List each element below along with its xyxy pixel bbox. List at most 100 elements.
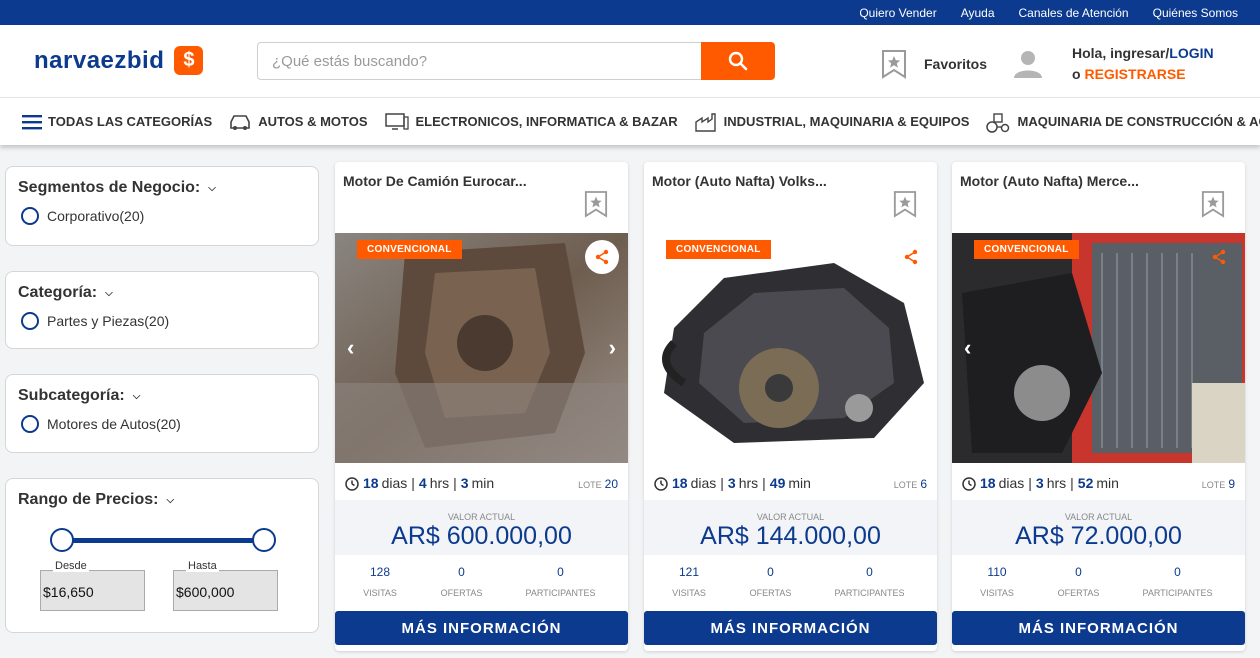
ofertas-label: OFERTAS [440,588,483,598]
badge-convencional: CONVENCIONAL [974,240,1079,259]
bookmark-star-icon[interactable] [893,190,917,218]
days-value: 18 [363,475,379,491]
chevron-left-icon[interactable]: ‹ [347,335,354,361]
stat-visitas: 128 VISITAS [335,565,425,598]
lot-image[interactable]: CONVENCIONAL [644,233,937,463]
bookmark-star-icon[interactable] [1201,190,1225,218]
minutes-unit: min [471,475,495,491]
lot-title[interactable]: Motor De Camión Eurocar... [343,173,527,189]
days-value: 18 [980,475,996,491]
stat-participantes: 0 PARTICIPANTES [807,565,932,598]
lot-title[interactable]: Motor (Auto Nafta) Volks... [652,173,827,189]
lot-image[interactable]: CONVENCIONAL ‹ [952,233,1245,463]
category-all[interactable]: TODAS LAS CATEGORÍAS [22,114,212,130]
category-autos[interactable]: AUTOS & MOTOS [228,113,368,131]
user-area: Hola, ingresar/LOGIN o REGISTRARSE [1013,43,1214,85]
filter-categoria-title[interactable]: Categoría: ⌵ [18,284,306,302]
price-max-label: Hasta [186,560,219,572]
price-min-value: $16,650 [43,584,94,600]
chevron-down-icon: ⌵ [132,390,141,402]
lot-value: 20 [604,477,618,491]
minutes-value: 49 [769,475,786,491]
category-autos-label: AUTOS & MOTOS [258,114,368,129]
filter-subcategoria-label: Subcategoría: [18,387,125,404]
hours-unit: hrs [429,475,450,491]
current-value-label: VALOR ACTUAL [756,512,825,522]
price-max-field[interactable]: Hasta $600,000 [173,560,278,611]
category-construccion-label: MAQUINARIA DE CONSTRUCCIÓN & AGRÍCOLA [1017,114,1260,129]
badge-convencional: CONVENCIONAL [357,240,462,259]
filter-option-motores[interactable]: Motores de Autos(20) [18,415,306,433]
price-min-label: Desde [53,560,89,572]
lot-stats: 110 VISITAS 0 OFERTAS 0 PARTICIPANTES [952,565,1245,598]
search-button[interactable] [701,42,775,80]
filter-option-label: Motores de Autos(20) [47,416,181,432]
topbar-link-canales[interactable]: Canales de Atención [1019,6,1129,20]
category-construccion[interactable]: MAQUINARIA DE CONSTRUCCIÓN & AGRÍCOLA [985,111,1260,133]
ofertas-label: OFERTAS [1057,588,1100,598]
favorites-link[interactable]: Favoritos [881,49,987,79]
topbar-link-ayuda[interactable]: Ayuda [961,6,995,20]
greeting-text: Hola, ingresar/ [1072,45,1170,61]
lot-value: 9 [1228,477,1235,491]
chevron-right-icon[interactable]: › [609,335,616,361]
filter-categoria: Categoría: ⌵ Partes y Piezas(20) [5,271,319,349]
current-value-label: VALOR ACTUAL [1064,512,1133,522]
topbar-link-quiero-vender[interactable]: Quiero Vender [859,6,936,20]
hours-unit: hrs [738,475,759,491]
filter-segmentos-title[interactable]: Segmentos de Negocio: ⌵ [18,179,306,197]
search-input[interactable] [257,42,701,80]
filter-segmentos-label: Segmentos de Negocio: [18,179,201,196]
filter-subcategoria-title[interactable]: Subcategoría: ⌵ [18,387,306,405]
more-info-button[interactable]: MÁS INFORMACIÓN [644,611,937,645]
stat-visitas: 121 VISITAS [644,565,734,598]
time-remaining: 18 dias | 4 hrs | 3 min [344,475,494,491]
price-min-field[interactable]: Desde $16,650 [40,560,145,611]
search-icon [728,51,748,71]
engine-radiator-photo [952,233,1245,463]
filter-option-label: Partes y Piezas(20) [47,313,170,329]
more-info-button[interactable]: MÁS INFORMACIÓN [335,611,628,645]
more-info-button[interactable]: MÁS INFORMACIÓN [952,611,1245,645]
radio-button[interactable] [21,312,39,330]
participantes-value: 0 [1174,565,1181,579]
category-all-label: TODAS LAS CATEGORÍAS [48,114,213,129]
current-value: AR$ 144.000,00 [700,522,881,550]
search-bar [257,42,775,80]
register-link[interactable]: REGISTRARSE [1084,66,1185,82]
visitas-value: 110 [987,565,1007,579]
price-range-slider[interactable] [50,528,276,552]
lot-title[interactable]: Motor (Auto Nafta) Merce... [960,173,1139,189]
hours-value: 4 [418,475,427,491]
lot-label: LOTE [1201,480,1226,490]
category-industrial[interactable]: INDUSTRIAL, MAQUINARIA & EQUIPOS [694,112,969,132]
visitas-label: VISITAS [672,588,706,598]
login-link[interactable]: LOGIN [1169,45,1213,61]
filter-option-corporativo[interactable]: Corporativo(20) [18,207,306,225]
logo[interactable]: narvaezbid $ [34,46,204,75]
chevron-left-icon[interactable]: ‹ [964,335,971,361]
filter-option-partes[interactable]: Partes y Piezas(20) [18,312,306,330]
radio-button[interactable] [21,207,39,225]
filter-precio: Rango de Precios: ⌵ Desde $16,650 Hasta $60… [5,478,319,633]
radio-button[interactable] [21,415,39,433]
category-electronicos-label: ELECTRONICOS, INFORMATICA & BAZAR [415,114,678,129]
topbar-link-quienes-somos[interactable]: Quiénes Somos [1153,6,1238,20]
share-icon[interactable] [1202,240,1236,274]
filter-precio-title[interactable]: Rango de Precios: ⌵ [18,491,306,509]
bookmark-star-icon[interactable] [584,190,608,218]
filters-sidebar: Segmentos de Negocio: ⌵ Corporativo(20) C… [5,166,319,658]
badge-convencional: CONVENCIONAL [666,240,771,259]
share-icon[interactable] [585,240,619,274]
minutes-unit: min [1096,475,1119,491]
slider-max-handle[interactable] [252,528,276,552]
lot-stats: 128 VISITAS 0 OFERTAS 0 PARTICIPANTES [335,565,628,598]
lot-image[interactable]: CONVENCIONAL ‹ › [335,233,628,463]
share-icon[interactable] [894,240,928,274]
lot-label: LOTE [578,480,602,490]
logo-badge: $ [174,46,204,75]
header: narvaezbid $ Favoritos Hola, ingresar/LO… [0,25,1260,97]
ofertas-label: OFERTAS [749,588,792,598]
slider-min-handle[interactable] [50,528,74,552]
category-electronicos[interactable]: ELECTRONICOS, INFORMATICA & BAZAR [384,112,678,132]
